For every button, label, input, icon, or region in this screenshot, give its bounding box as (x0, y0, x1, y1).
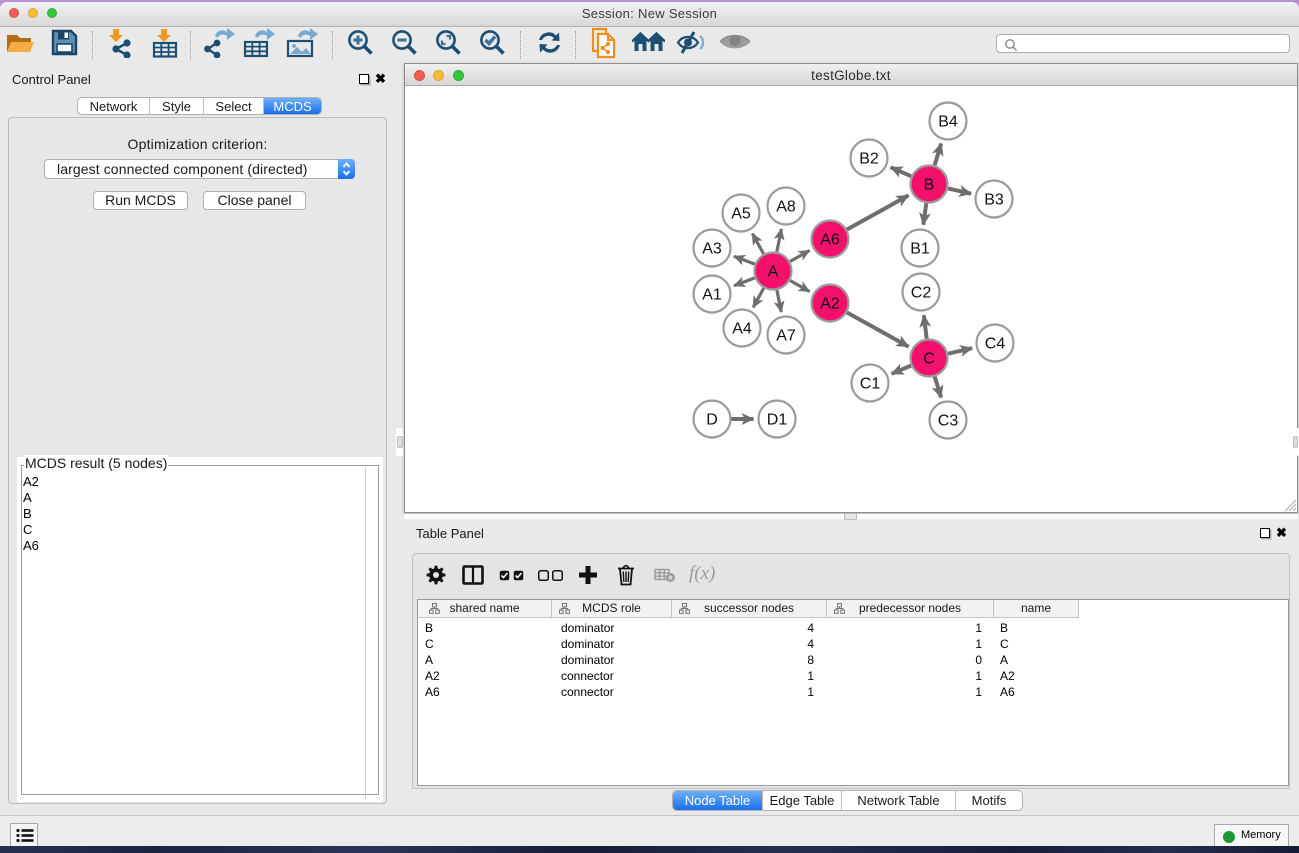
svg-text:B4: B4 (938, 114, 958, 131)
svg-text:C1: C1 (860, 376, 881, 393)
svg-text:A5: A5 (731, 206, 751, 223)
svg-text:B3: B3 (984, 192, 1004, 209)
svg-text:C: C (923, 351, 935, 368)
svg-text:A7: A7 (776, 328, 796, 345)
svg-text:C4: C4 (985, 336, 1006, 353)
svg-text:C3: C3 (938, 413, 959, 430)
svg-text:A6: A6 (820, 232, 840, 249)
svg-text:B1: B1 (910, 241, 930, 258)
svg-text:D1: D1 (767, 412, 788, 429)
svg-text:B2: B2 (859, 151, 879, 168)
svg-text:A4: A4 (732, 321, 752, 338)
svg-text:A2: A2 (820, 296, 840, 313)
svg-text:A3: A3 (702, 241, 722, 258)
svg-text:B: B (924, 177, 935, 194)
svg-text:A1: A1 (702, 287, 722, 304)
svg-text:D: D (706, 412, 718, 429)
svg-text:A8: A8 (776, 199, 796, 216)
svg-text:A: A (768, 264, 779, 281)
svg-text:C2: C2 (911, 285, 932, 302)
